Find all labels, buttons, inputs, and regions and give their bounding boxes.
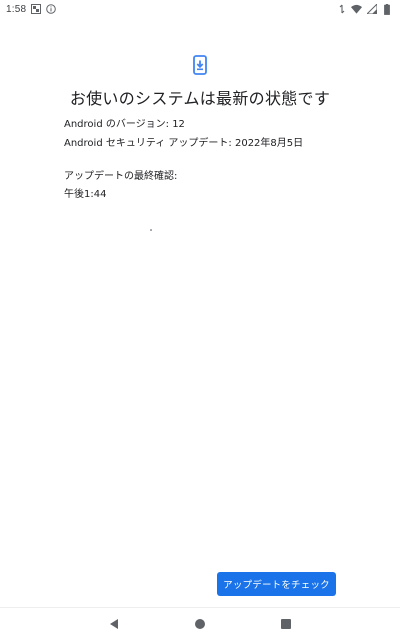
last-check-label: アップデートの最終確認: [64,171,178,182]
system-update-icon [193,55,207,75]
last-check-time: 午後1:44 [64,189,107,200]
status-bar-right [336,3,392,15]
home-icon[interactable] [193,617,207,631]
photo-icon [30,4,41,15]
navigation-bar [0,608,400,640]
security-update-text: Android セキュリティ アップデート: 2022年8月5日 [64,138,304,149]
status-bar-left: 1:58 [6,4,56,15]
back-icon[interactable] [107,617,121,631]
decorative-dot [150,229,152,231]
signal-icon [366,4,377,15]
info-icon [45,4,56,15]
wifi-icon [351,4,362,15]
battery-icon [381,3,392,15]
status-bar: 1:58 [0,0,400,18]
system-update-screen: 1:58 お使いのシステムは最新の状態です Android のバージョン: 12… [0,0,400,640]
check-update-button[interactable]: アップデートをチェック [217,572,336,596]
page-title: お使いのシステムは最新の状態です [69,89,331,108]
android-version-text: Android のバージョン: 12 [64,119,185,130]
recents-icon[interactable] [279,617,293,631]
sync-icon [336,4,347,15]
status-time: 1:58 [6,3,27,15]
